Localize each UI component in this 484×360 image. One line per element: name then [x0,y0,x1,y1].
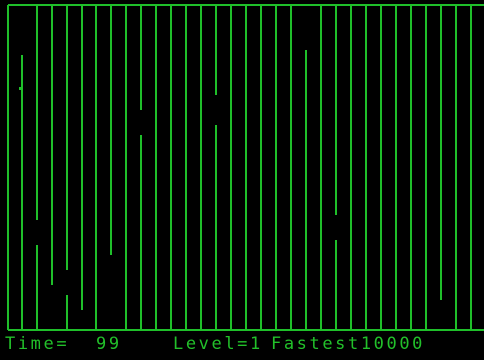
time-value: 99 [96,334,122,354]
maze-playfield[interactable] [0,0,484,334]
time-label: Time= [5,334,70,354]
game-screen[interactable]: Time= 99 Level=1 Fastest10000 [0,0,484,360]
player-dot-icon [19,87,22,90]
fastest-record: Fastest10000 [271,334,426,354]
level-indicator: Level=1 [173,334,263,354]
maze-walls [7,4,484,331]
status-bar: Time= 99 Level=1 Fastest10000 [0,334,484,354]
